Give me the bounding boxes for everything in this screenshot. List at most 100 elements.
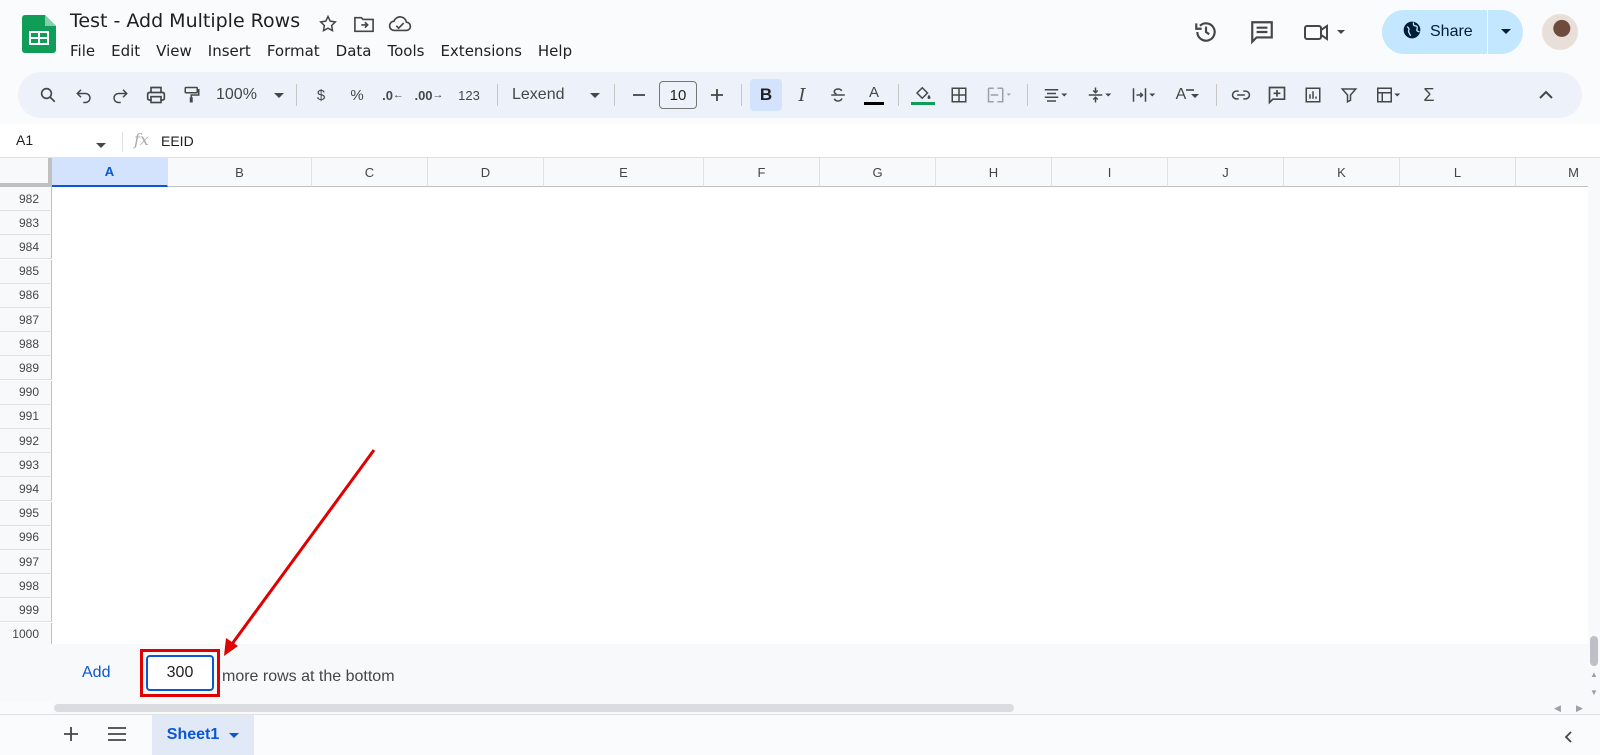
undo-icon[interactable] bbox=[68, 79, 100, 111]
menu-data[interactable]: Data bbox=[328, 40, 380, 62]
row-header[interactable]: 999 bbox=[0, 598, 52, 623]
version-history-icon[interactable] bbox=[1188, 14, 1224, 50]
text-wrapping-icon[interactable] bbox=[1124, 79, 1164, 111]
row-header[interactable]: 989 bbox=[0, 356, 52, 381]
row-header[interactable]: 982 bbox=[0, 187, 52, 211]
row-header[interactable]: 998 bbox=[0, 574, 52, 599]
horizontal-align-icon[interactable] bbox=[1036, 79, 1076, 111]
scroll-right-icon[interactable]: ▶ bbox=[1576, 703, 1583, 714]
row-header[interactable]: 996 bbox=[0, 525, 52, 550]
row-header[interactable]: 987 bbox=[0, 308, 52, 332]
column-header-l[interactable]: L bbox=[1400, 158, 1516, 187]
decrease-decimal-button[interactable]: .0 ← bbox=[377, 79, 409, 111]
text-color-button[interactable]: A bbox=[858, 79, 890, 111]
share-dropdown-icon[interactable] bbox=[1488, 10, 1523, 54]
column-header-k[interactable]: K bbox=[1284, 158, 1400, 187]
font-select[interactable]: Lexend bbox=[506, 79, 606, 111]
merge-cells-icon[interactable] bbox=[979, 79, 1019, 111]
add-rows-button[interactable]: Add bbox=[82, 664, 110, 682]
increase-decimal-button[interactable]: .00 → bbox=[413, 79, 445, 111]
row-header[interactable]: 993 bbox=[0, 453, 52, 478]
zoom-select[interactable]: 100% bbox=[212, 79, 288, 111]
row-header[interactable]: 988 bbox=[0, 332, 52, 357]
menu-view[interactable]: View bbox=[148, 40, 200, 62]
functions-button[interactable]: Σ bbox=[1413, 79, 1445, 111]
paint-format-icon[interactable] bbox=[176, 79, 208, 111]
currency-format-button[interactable]: $ bbox=[305, 79, 337, 111]
menu-format[interactable]: Format bbox=[259, 40, 328, 62]
row-header[interactable]: 985 bbox=[0, 259, 52, 284]
select-all-corner[interactable] bbox=[0, 158, 52, 187]
decrease-font-size-icon[interactable] bbox=[623, 79, 655, 111]
scroll-left-icon[interactable]: ◀ bbox=[1554, 703, 1561, 714]
formula-input[interactable]: EEID bbox=[161, 133, 194, 149]
row-header[interactable]: 984 bbox=[0, 235, 52, 260]
column-header-e[interactable]: E bbox=[544, 158, 704, 187]
rows-count-input[interactable]: 300 bbox=[146, 655, 214, 691]
vertical-scrollbar[interactable]: ▲ ▼ bbox=[1588, 158, 1600, 714]
chevron-down-icon[interactable] bbox=[229, 726, 240, 744]
column-header-b[interactable]: B bbox=[168, 158, 312, 187]
increase-font-size-icon[interactable] bbox=[701, 79, 733, 111]
row-header[interactable]: 994 bbox=[0, 477, 52, 502]
column-header-j[interactable]: J bbox=[1168, 158, 1284, 187]
percent-format-button[interactable]: % bbox=[341, 79, 373, 111]
row-header[interactable]: 991 bbox=[0, 404, 52, 429]
scroll-down-icon[interactable]: ▼ bbox=[1590, 688, 1598, 697]
all-sheets-icon[interactable] bbox=[104, 721, 130, 747]
redo-icon[interactable] bbox=[104, 79, 136, 111]
spreadsheet-grid[interactable]: A B C D E F G H I J K L M 982 983 984 985 986 987 988 989 990… bbox=[0, 158, 1600, 647]
insert-chart-icon[interactable] bbox=[1297, 79, 1329, 111]
sheets-logo-icon[interactable] bbox=[22, 15, 56, 58]
row-header[interactable]: 1000 bbox=[0, 622, 52, 647]
menu-extensions[interactable]: Extensions bbox=[432, 40, 529, 62]
vertical-scroll-thumb[interactable] bbox=[1590, 636, 1598, 666]
avatar[interactable] bbox=[1542, 14, 1578, 50]
collapse-menus-icon[interactable] bbox=[1530, 79, 1562, 111]
column-header-h[interactable]: H bbox=[936, 158, 1052, 187]
print-icon[interactable] bbox=[140, 79, 172, 111]
sheet-tab[interactable]: Sheet1 bbox=[152, 715, 254, 755]
text-rotation-button[interactable]: A bbox=[1168, 79, 1208, 111]
insert-link-icon[interactable] bbox=[1225, 79, 1257, 111]
menu-help[interactable]: Help bbox=[530, 40, 580, 62]
scroll-up-icon[interactable]: ▲ bbox=[1590, 670, 1598, 679]
filter-views-icon[interactable] bbox=[1369, 79, 1409, 111]
cloud-saved-icon[interactable] bbox=[388, 12, 412, 36]
font-size-input[interactable]: 10 bbox=[659, 81, 697, 109]
name-box[interactable]: A1 bbox=[16, 132, 33, 148]
insert-comment-icon[interactable] bbox=[1261, 79, 1293, 111]
row-header[interactable]: 997 bbox=[0, 550, 52, 574]
bold-button[interactable]: B bbox=[750, 79, 782, 111]
strikethrough-icon[interactable] bbox=[822, 79, 854, 111]
menu-edit[interactable]: Edit bbox=[103, 40, 148, 62]
share-button[interactable]: Share bbox=[1382, 10, 1487, 54]
menu-file[interactable]: File bbox=[62, 40, 103, 62]
row-header[interactable]: 983 bbox=[0, 211, 52, 236]
chevron-left-icon[interactable] bbox=[1556, 725, 1580, 749]
row-header[interactable]: 995 bbox=[0, 501, 52, 526]
more-formats-button[interactable]: 123 bbox=[449, 79, 489, 111]
column-header-a[interactable]: A bbox=[52, 158, 168, 187]
move-folder-icon[interactable] bbox=[352, 12, 376, 36]
column-header-g[interactable]: G bbox=[820, 158, 936, 187]
row-header[interactable]: 986 bbox=[0, 283, 52, 308]
column-header-d[interactable]: D bbox=[428, 158, 544, 187]
column-header-f[interactable]: F bbox=[704, 158, 820, 187]
vertical-align-icon[interactable] bbox=[1080, 79, 1120, 111]
column-header-c[interactable]: C bbox=[312, 158, 428, 187]
italic-button[interactable]: I bbox=[786, 79, 818, 111]
search-icon[interactable] bbox=[32, 79, 64, 111]
chevron-down-icon[interactable] bbox=[96, 136, 106, 154]
row-header[interactable]: 992 bbox=[0, 429, 52, 453]
meet-icon[interactable] bbox=[1300, 14, 1350, 50]
menu-tools[interactable]: Tools bbox=[380, 40, 433, 62]
menu-insert[interactable]: Insert bbox=[200, 40, 259, 62]
comments-icon[interactable] bbox=[1244, 14, 1280, 50]
row-header[interactable]: 990 bbox=[0, 380, 52, 405]
borders-icon[interactable] bbox=[943, 79, 975, 111]
add-sheet-icon[interactable] bbox=[58, 721, 84, 747]
fill-color-icon[interactable] bbox=[907, 79, 939, 111]
horizontal-scrollbar[interactable]: ◀ ▶ bbox=[52, 702, 1590, 714]
star-icon[interactable] bbox=[316, 12, 340, 36]
